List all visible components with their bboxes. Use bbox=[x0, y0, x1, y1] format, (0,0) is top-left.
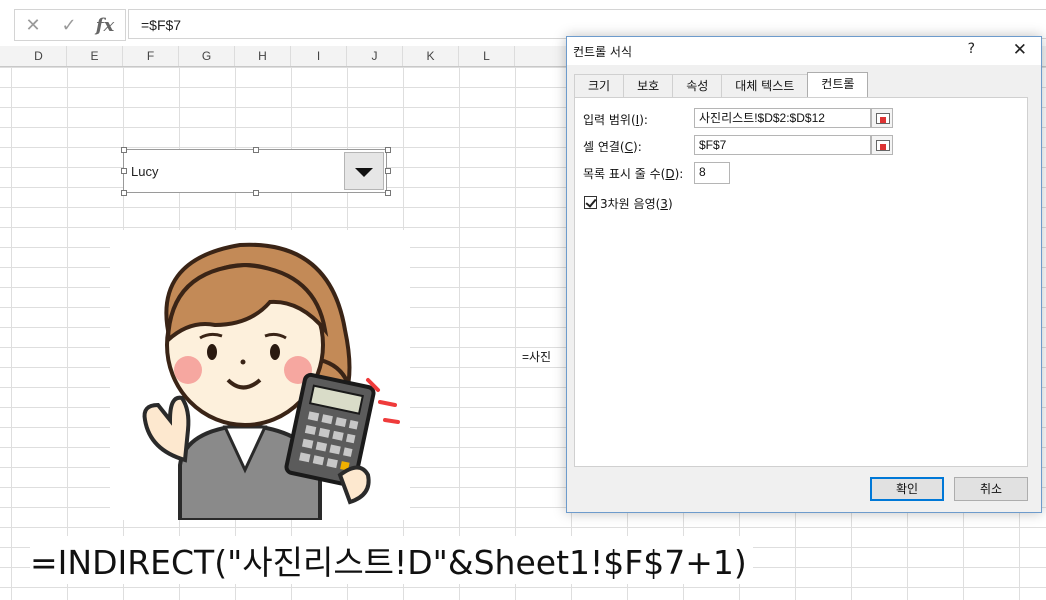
help-icon[interactable]: ? bbox=[968, 41, 975, 57]
combo-box-control[interactable]: Lucy bbox=[121, 147, 391, 196]
enter-icon[interactable]: ✓ bbox=[51, 15, 87, 36]
resize-handle[interactable] bbox=[253, 147, 259, 153]
cancel-icon[interactable]: ✕ bbox=[15, 15, 51, 36]
format-control-dialog: 컨트롤 서식 ? ✕ 크기 보호 속성 대체 텍스트 컨트롤 입력 범위(I):… bbox=[566, 36, 1042, 513]
formula-annotation: =INDIRECT("사진리스트!D"&Sheet1!$F$7+1) bbox=[30, 536, 753, 584]
resize-handle[interactable] bbox=[253, 190, 259, 196]
tab-control[interactable]: 컨트롤 bbox=[807, 72, 869, 97]
dropdown-lines-field[interactable]: 8 bbox=[694, 162, 730, 184]
dialog-tabs: 크기 보호 속성 대체 텍스트 컨트롤 bbox=[574, 72, 869, 98]
3d-shading-checkbox[interactable] bbox=[584, 196, 597, 209]
column-header[interactable]: E bbox=[67, 46, 123, 66]
tab-properties[interactable]: 속성 bbox=[672, 74, 723, 97]
range-selector-icon[interactable] bbox=[871, 135, 893, 155]
cell-link-label: 셀 연결(C): bbox=[583, 140, 642, 154]
formula-input[interactable]: =$F$7 bbox=[128, 9, 1046, 39]
control-tab-panel: 입력 범위(I): 사진리스트!$D$2:$D$12 셀 연결(C): $F$7… bbox=[574, 97, 1028, 467]
cancel-button[interactable]: 취소 bbox=[954, 477, 1028, 501]
tab-protection[interactable]: 보호 bbox=[623, 74, 674, 97]
formula-bar-buttons: ✕ ✓ fx bbox=[14, 9, 126, 41]
woman-with-calculator-illustration bbox=[110, 230, 410, 522]
dropdown-lines-label: 목록 표시 줄 수(D): bbox=[583, 167, 684, 181]
combo-box[interactable]: Lucy bbox=[123, 149, 387, 193]
combo-box-value: Lucy bbox=[131, 164, 159, 179]
dialog-titlebar[interactable]: 컨트롤 서식 ? ✕ bbox=[567, 37, 1041, 65]
column-header[interactable]: K bbox=[403, 46, 459, 66]
tab-alt-text[interactable]: 대체 텍스트 bbox=[721, 74, 809, 97]
input-range-label: 입력 범위(I): bbox=[583, 113, 648, 127]
column-header[interactable]: F bbox=[123, 46, 179, 66]
column-header[interactable]: H bbox=[235, 46, 291, 66]
column-header[interactable]: D bbox=[11, 46, 67, 66]
cell-link-field[interactable]: $F$7 bbox=[694, 135, 871, 155]
resize-handle[interactable] bbox=[385, 168, 391, 174]
resize-handle[interactable] bbox=[385, 190, 391, 196]
column-header[interactable]: L bbox=[459, 46, 515, 66]
resize-handle[interactable] bbox=[121, 168, 127, 174]
resize-handle[interactable] bbox=[121, 190, 127, 196]
resize-handle[interactable] bbox=[121, 147, 127, 153]
input-range-field[interactable]: 사진리스트!$D$2:$D$12 bbox=[694, 108, 871, 128]
cell-formula-text[interactable]: =사진 bbox=[522, 348, 552, 365]
dialog-title: 컨트롤 서식 bbox=[573, 45, 633, 59]
resize-handle[interactable] bbox=[385, 147, 391, 153]
column-header[interactable]: G bbox=[179, 46, 235, 66]
dropdown-arrow-icon[interactable] bbox=[344, 152, 384, 190]
3d-shading-label[interactable]: 3차원 음영(3) bbox=[600, 195, 673, 212]
range-selector-icon[interactable] bbox=[871, 108, 893, 128]
column-header[interactable]: J bbox=[347, 46, 403, 66]
linked-picture[interactable] bbox=[110, 230, 410, 522]
column-header[interactable]: I bbox=[291, 46, 347, 66]
insert-function-icon[interactable]: fx bbox=[87, 15, 123, 36]
ok-button[interactable]: 확인 bbox=[870, 477, 944, 501]
tab-size[interactable]: 크기 bbox=[574, 74, 625, 97]
close-icon[interactable]: ✕ bbox=[1013, 40, 1027, 60]
